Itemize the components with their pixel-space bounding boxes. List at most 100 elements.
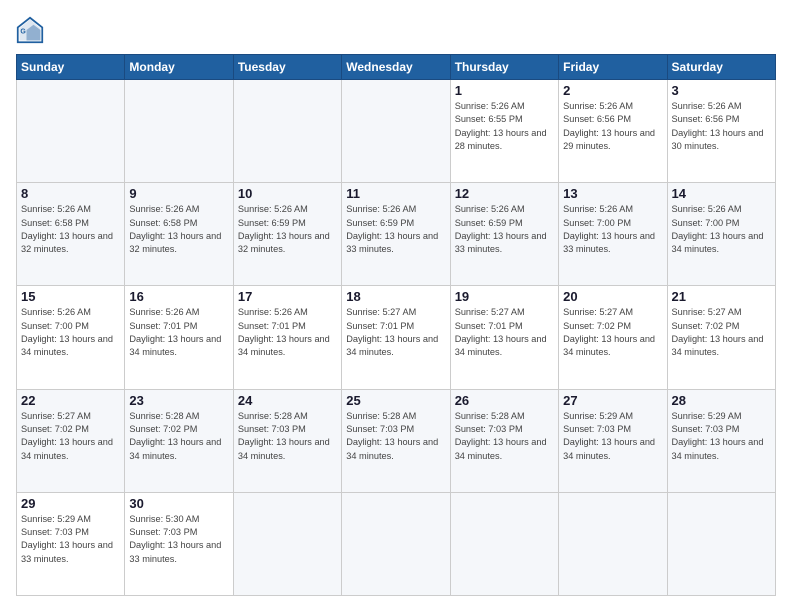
day-info: Sunrise: 5:26 AM Sunset: 6:55 PM Dayligh… — [455, 100, 554, 153]
calendar-cell: 11 Sunrise: 5:26 AM Sunset: 6:59 PM Dayl… — [342, 183, 450, 286]
calendar-cell — [342, 492, 450, 595]
calendar-cell: 19 Sunrise: 5:27 AM Sunset: 7:01 PM Dayl… — [450, 286, 558, 389]
day-number: 16 — [129, 289, 228, 304]
calendar-body: 1 Sunrise: 5:26 AM Sunset: 6:55 PM Dayli… — [17, 80, 776, 596]
day-number: 12 — [455, 186, 554, 201]
weekday-header: Monday — [125, 55, 233, 80]
day-info: Sunrise: 5:27 AM Sunset: 7:02 PM Dayligh… — [21, 410, 120, 463]
day-number: 23 — [129, 393, 228, 408]
calendar-cell: 15 Sunrise: 5:26 AM Sunset: 7:00 PM Dayl… — [17, 286, 125, 389]
calendar-cell: 25 Sunrise: 5:28 AM Sunset: 7:03 PM Dayl… — [342, 389, 450, 492]
day-info: Sunrise: 5:30 AM Sunset: 7:03 PM Dayligh… — [129, 513, 228, 566]
calendar-cell: 17 Sunrise: 5:26 AM Sunset: 7:01 PM Dayl… — [233, 286, 341, 389]
svg-text:G: G — [20, 29, 26, 36]
calendar-cell: 2 Sunrise: 5:26 AM Sunset: 6:56 PM Dayli… — [559, 80, 667, 183]
day-info: Sunrise: 5:27 AM Sunset: 7:02 PM Dayligh… — [563, 306, 662, 359]
day-info: Sunrise: 5:26 AM Sunset: 7:01 PM Dayligh… — [129, 306, 228, 359]
day-info: Sunrise: 5:27 AM Sunset: 7:01 PM Dayligh… — [346, 306, 445, 359]
day-info: Sunrise: 5:26 AM Sunset: 6:59 PM Dayligh… — [346, 203, 445, 256]
calendar-cell: 27 Sunrise: 5:29 AM Sunset: 7:03 PM Dayl… — [559, 389, 667, 492]
calendar-cell: 29 Sunrise: 5:29 AM Sunset: 7:03 PM Dayl… — [17, 492, 125, 595]
calendar-table: SundayMondayTuesdayWednesdayThursdayFrid… — [16, 54, 776, 596]
day-info: Sunrise: 5:26 AM Sunset: 7:00 PM Dayligh… — [21, 306, 120, 359]
calendar-cell — [559, 492, 667, 595]
calendar-cell: 12 Sunrise: 5:26 AM Sunset: 6:59 PM Dayl… — [450, 183, 558, 286]
day-info: Sunrise: 5:29 AM Sunset: 7:03 PM Dayligh… — [672, 410, 771, 463]
day-info: Sunrise: 5:29 AM Sunset: 7:03 PM Dayligh… — [21, 513, 120, 566]
day-info: Sunrise: 5:26 AM Sunset: 6:59 PM Dayligh… — [238, 203, 337, 256]
weekday-header: Sunday — [17, 55, 125, 80]
day-number: 8 — [21, 186, 120, 201]
calendar-cell: 28 Sunrise: 5:29 AM Sunset: 7:03 PM Dayl… — [667, 389, 775, 492]
calendar-cell — [233, 80, 341, 183]
day-info: Sunrise: 5:28 AM Sunset: 7:03 PM Dayligh… — [455, 410, 554, 463]
day-number: 24 — [238, 393, 337, 408]
day-number: 20 — [563, 289, 662, 304]
day-number: 29 — [21, 496, 120, 511]
day-number: 30 — [129, 496, 228, 511]
calendar-cell: 18 Sunrise: 5:27 AM Sunset: 7:01 PM Dayl… — [342, 286, 450, 389]
day-number: 25 — [346, 393, 445, 408]
calendar-week-row: 22 Sunrise: 5:27 AM Sunset: 7:02 PM Dayl… — [17, 389, 776, 492]
calendar-cell: 24 Sunrise: 5:28 AM Sunset: 7:03 PM Dayl… — [233, 389, 341, 492]
day-info: Sunrise: 5:26 AM Sunset: 6:56 PM Dayligh… — [563, 100, 662, 153]
day-number: 3 — [672, 83, 771, 98]
calendar-cell: 3 Sunrise: 5:26 AM Sunset: 6:56 PM Dayli… — [667, 80, 775, 183]
day-number: 28 — [672, 393, 771, 408]
calendar-week-row: 29 Sunrise: 5:29 AM Sunset: 7:03 PM Dayl… — [17, 492, 776, 595]
calendar-cell — [450, 492, 558, 595]
calendar-cell — [342, 80, 450, 183]
calendar-cell — [233, 492, 341, 595]
day-number: 13 — [563, 186, 662, 201]
day-number: 22 — [21, 393, 120, 408]
calendar-cell: 13 Sunrise: 5:26 AM Sunset: 7:00 PM Dayl… — [559, 183, 667, 286]
calendar-cell: 21 Sunrise: 5:27 AM Sunset: 7:02 PM Dayl… — [667, 286, 775, 389]
day-info: Sunrise: 5:29 AM Sunset: 7:03 PM Dayligh… — [563, 410, 662, 463]
calendar-cell: 9 Sunrise: 5:26 AM Sunset: 6:58 PM Dayli… — [125, 183, 233, 286]
day-number: 21 — [672, 289, 771, 304]
day-info: Sunrise: 5:26 AM Sunset: 6:58 PM Dayligh… — [21, 203, 120, 256]
weekday-header: Friday — [559, 55, 667, 80]
day-info: Sunrise: 5:27 AM Sunset: 7:02 PM Dayligh… — [672, 306, 771, 359]
day-number: 14 — [672, 186, 771, 201]
calendar-cell: 1 Sunrise: 5:26 AM Sunset: 6:55 PM Dayli… — [450, 80, 558, 183]
day-number: 19 — [455, 289, 554, 304]
calendar-cell: 16 Sunrise: 5:26 AM Sunset: 7:01 PM Dayl… — [125, 286, 233, 389]
day-number: 18 — [346, 289, 445, 304]
day-number: 9 — [129, 186, 228, 201]
calendar-cell — [667, 492, 775, 595]
day-number: 11 — [346, 186, 445, 201]
logo: G — [16, 16, 48, 44]
calendar-cell: 10 Sunrise: 5:26 AM Sunset: 6:59 PM Dayl… — [233, 183, 341, 286]
weekday-header: Thursday — [450, 55, 558, 80]
day-info: Sunrise: 5:26 AM Sunset: 7:00 PM Dayligh… — [563, 203, 662, 256]
weekday-header: Tuesday — [233, 55, 341, 80]
day-number: 2 — [563, 83, 662, 98]
day-number: 17 — [238, 289, 337, 304]
calendar-header: SundayMondayTuesdayWednesdayThursdayFrid… — [17, 55, 776, 80]
calendar-week-row: 8 Sunrise: 5:26 AM Sunset: 6:58 PM Dayli… — [17, 183, 776, 286]
calendar-week-row: 1 Sunrise: 5:26 AM Sunset: 6:55 PM Dayli… — [17, 80, 776, 183]
day-number: 15 — [21, 289, 120, 304]
day-info: Sunrise: 5:26 AM Sunset: 6:56 PM Dayligh… — [672, 100, 771, 153]
day-info: Sunrise: 5:27 AM Sunset: 7:01 PM Dayligh… — [455, 306, 554, 359]
weekday-header: Saturday — [667, 55, 775, 80]
calendar-cell: 22 Sunrise: 5:27 AM Sunset: 7:02 PM Dayl… — [17, 389, 125, 492]
calendar-cell — [17, 80, 125, 183]
day-info: Sunrise: 5:28 AM Sunset: 7:02 PM Dayligh… — [129, 410, 228, 463]
calendar-cell: 20 Sunrise: 5:27 AM Sunset: 7:02 PM Dayl… — [559, 286, 667, 389]
day-info: Sunrise: 5:26 AM Sunset: 7:01 PM Dayligh… — [238, 306, 337, 359]
calendar-week-row: 15 Sunrise: 5:26 AM Sunset: 7:00 PM Dayl… — [17, 286, 776, 389]
calendar-cell: 23 Sunrise: 5:28 AM Sunset: 7:02 PM Dayl… — [125, 389, 233, 492]
day-number: 27 — [563, 393, 662, 408]
weekday-row: SundayMondayTuesdayWednesdayThursdayFrid… — [17, 55, 776, 80]
header: G — [16, 16, 776, 44]
day-info: Sunrise: 5:26 AM Sunset: 7:00 PM Dayligh… — [672, 203, 771, 256]
day-number: 1 — [455, 83, 554, 98]
day-info: Sunrise: 5:26 AM Sunset: 6:58 PM Dayligh… — [129, 203, 228, 256]
calendar-cell — [125, 80, 233, 183]
calendar-cell: 8 Sunrise: 5:26 AM Sunset: 6:58 PM Dayli… — [17, 183, 125, 286]
day-number: 26 — [455, 393, 554, 408]
calendar-cell: 30 Sunrise: 5:30 AM Sunset: 7:03 PM Dayl… — [125, 492, 233, 595]
day-info: Sunrise: 5:26 AM Sunset: 6:59 PM Dayligh… — [455, 203, 554, 256]
